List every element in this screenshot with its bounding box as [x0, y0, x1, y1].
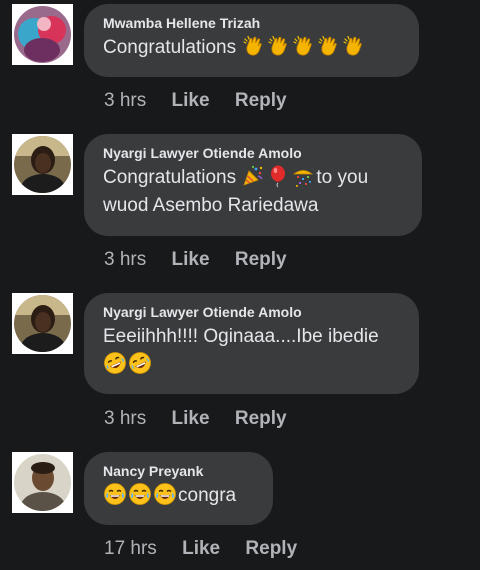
clapping-hands-icon: [291, 34, 315, 58]
like-button[interactable]: Like: [172, 249, 210, 270]
comment-text-body: Congratulations: [103, 167, 237, 188]
comment-author[interactable]: Nancy Preyank: [103, 462, 255, 480]
comment-actions: 3 hrs Like Reply: [104, 249, 307, 271]
comment-bubble: Nancy Preyank congra: [84, 452, 273, 525]
avatar-photo: [14, 136, 71, 193]
comment-text-body: Eeeiihhh!!!! Oginaaa....Ibe ibedie: [103, 326, 379, 347]
comment-text: Congratulations: [103, 34, 401, 62]
comment-timestamp[interactable]: 17 hrs: [104, 538, 157, 559]
balloon-icon: [266, 164, 290, 188]
confetti-ball-icon: [291, 164, 315, 188]
avatar-photo: [14, 6, 71, 63]
comment-text-tail: congra: [178, 485, 237, 506]
comment-timestamp[interactable]: 3 hrs: [104, 90, 146, 111]
tears-of-joy-icon: [128, 482, 152, 506]
comment-bubble: Nyargi Lawyer Otiende Amolo Eeeiihhh!!!!…: [84, 293, 419, 394]
rolling-laughing-icon: [103, 351, 127, 375]
comment-timestamp[interactable]: 3 hrs: [104, 408, 146, 429]
comment-text: congra: [103, 482, 255, 510]
avatar-photo: [14, 454, 71, 511]
reply-button[interactable]: Reply: [235, 249, 287, 270]
comment-actions: 3 hrs Like Reply: [104, 90, 307, 112]
comment-author[interactable]: Nyargi Lawyer Otiende Amolo: [103, 144, 404, 162]
comment-author[interactable]: Mwamba Hellene Trizah: [103, 14, 401, 32]
comment-text: Eeeiihhh!!!! Oginaaa....Ibe ibedie: [103, 323, 401, 379]
comment-text: Congratulations to you wuod Asembo Rarie…: [103, 164, 404, 220]
comment-bubble: Nyargi Lawyer Otiende Amolo Congratulati…: [84, 134, 422, 236]
rolling-laughing-icon: [128, 351, 152, 375]
avatar[interactable]: [12, 293, 73, 354]
reply-button[interactable]: Reply: [235, 90, 287, 111]
comment-actions: 17 hrs Like Reply: [104, 538, 317, 560]
clapping-hands-icon: [241, 34, 265, 58]
party-popper-icon: [241, 164, 265, 188]
avatar-photo: [14, 295, 71, 352]
tears-of-joy-icon: [103, 482, 127, 506]
avatar[interactable]: [12, 134, 73, 195]
tears-of-joy-icon: [153, 482, 177, 506]
comment-text-line2: wuod Asembo Rariedawa: [103, 195, 319, 216]
comment-text-tail: to you: [316, 167, 369, 188]
avatar[interactable]: [12, 4, 73, 65]
comment-author[interactable]: Nyargi Lawyer Otiende Amolo: [103, 303, 401, 321]
clapping-hands-icon: [316, 34, 340, 58]
clapping-hands-icon: [341, 34, 365, 58]
comment-timestamp[interactable]: 3 hrs: [104, 249, 146, 270]
like-button[interactable]: Like: [182, 538, 220, 559]
clapping-hands-icon: [266, 34, 290, 58]
reply-button[interactable]: Reply: [245, 538, 297, 559]
comment-bubble: Mwamba Hellene Trizah Congratulations: [84, 4, 419, 77]
comment-text-body: Congratulations: [103, 37, 237, 58]
comment-actions: 3 hrs Like Reply: [104, 408, 307, 430]
like-button[interactable]: Like: [172, 90, 210, 111]
avatar[interactable]: [12, 452, 73, 513]
reply-button[interactable]: Reply: [235, 408, 287, 429]
like-button[interactable]: Like: [172, 408, 210, 429]
